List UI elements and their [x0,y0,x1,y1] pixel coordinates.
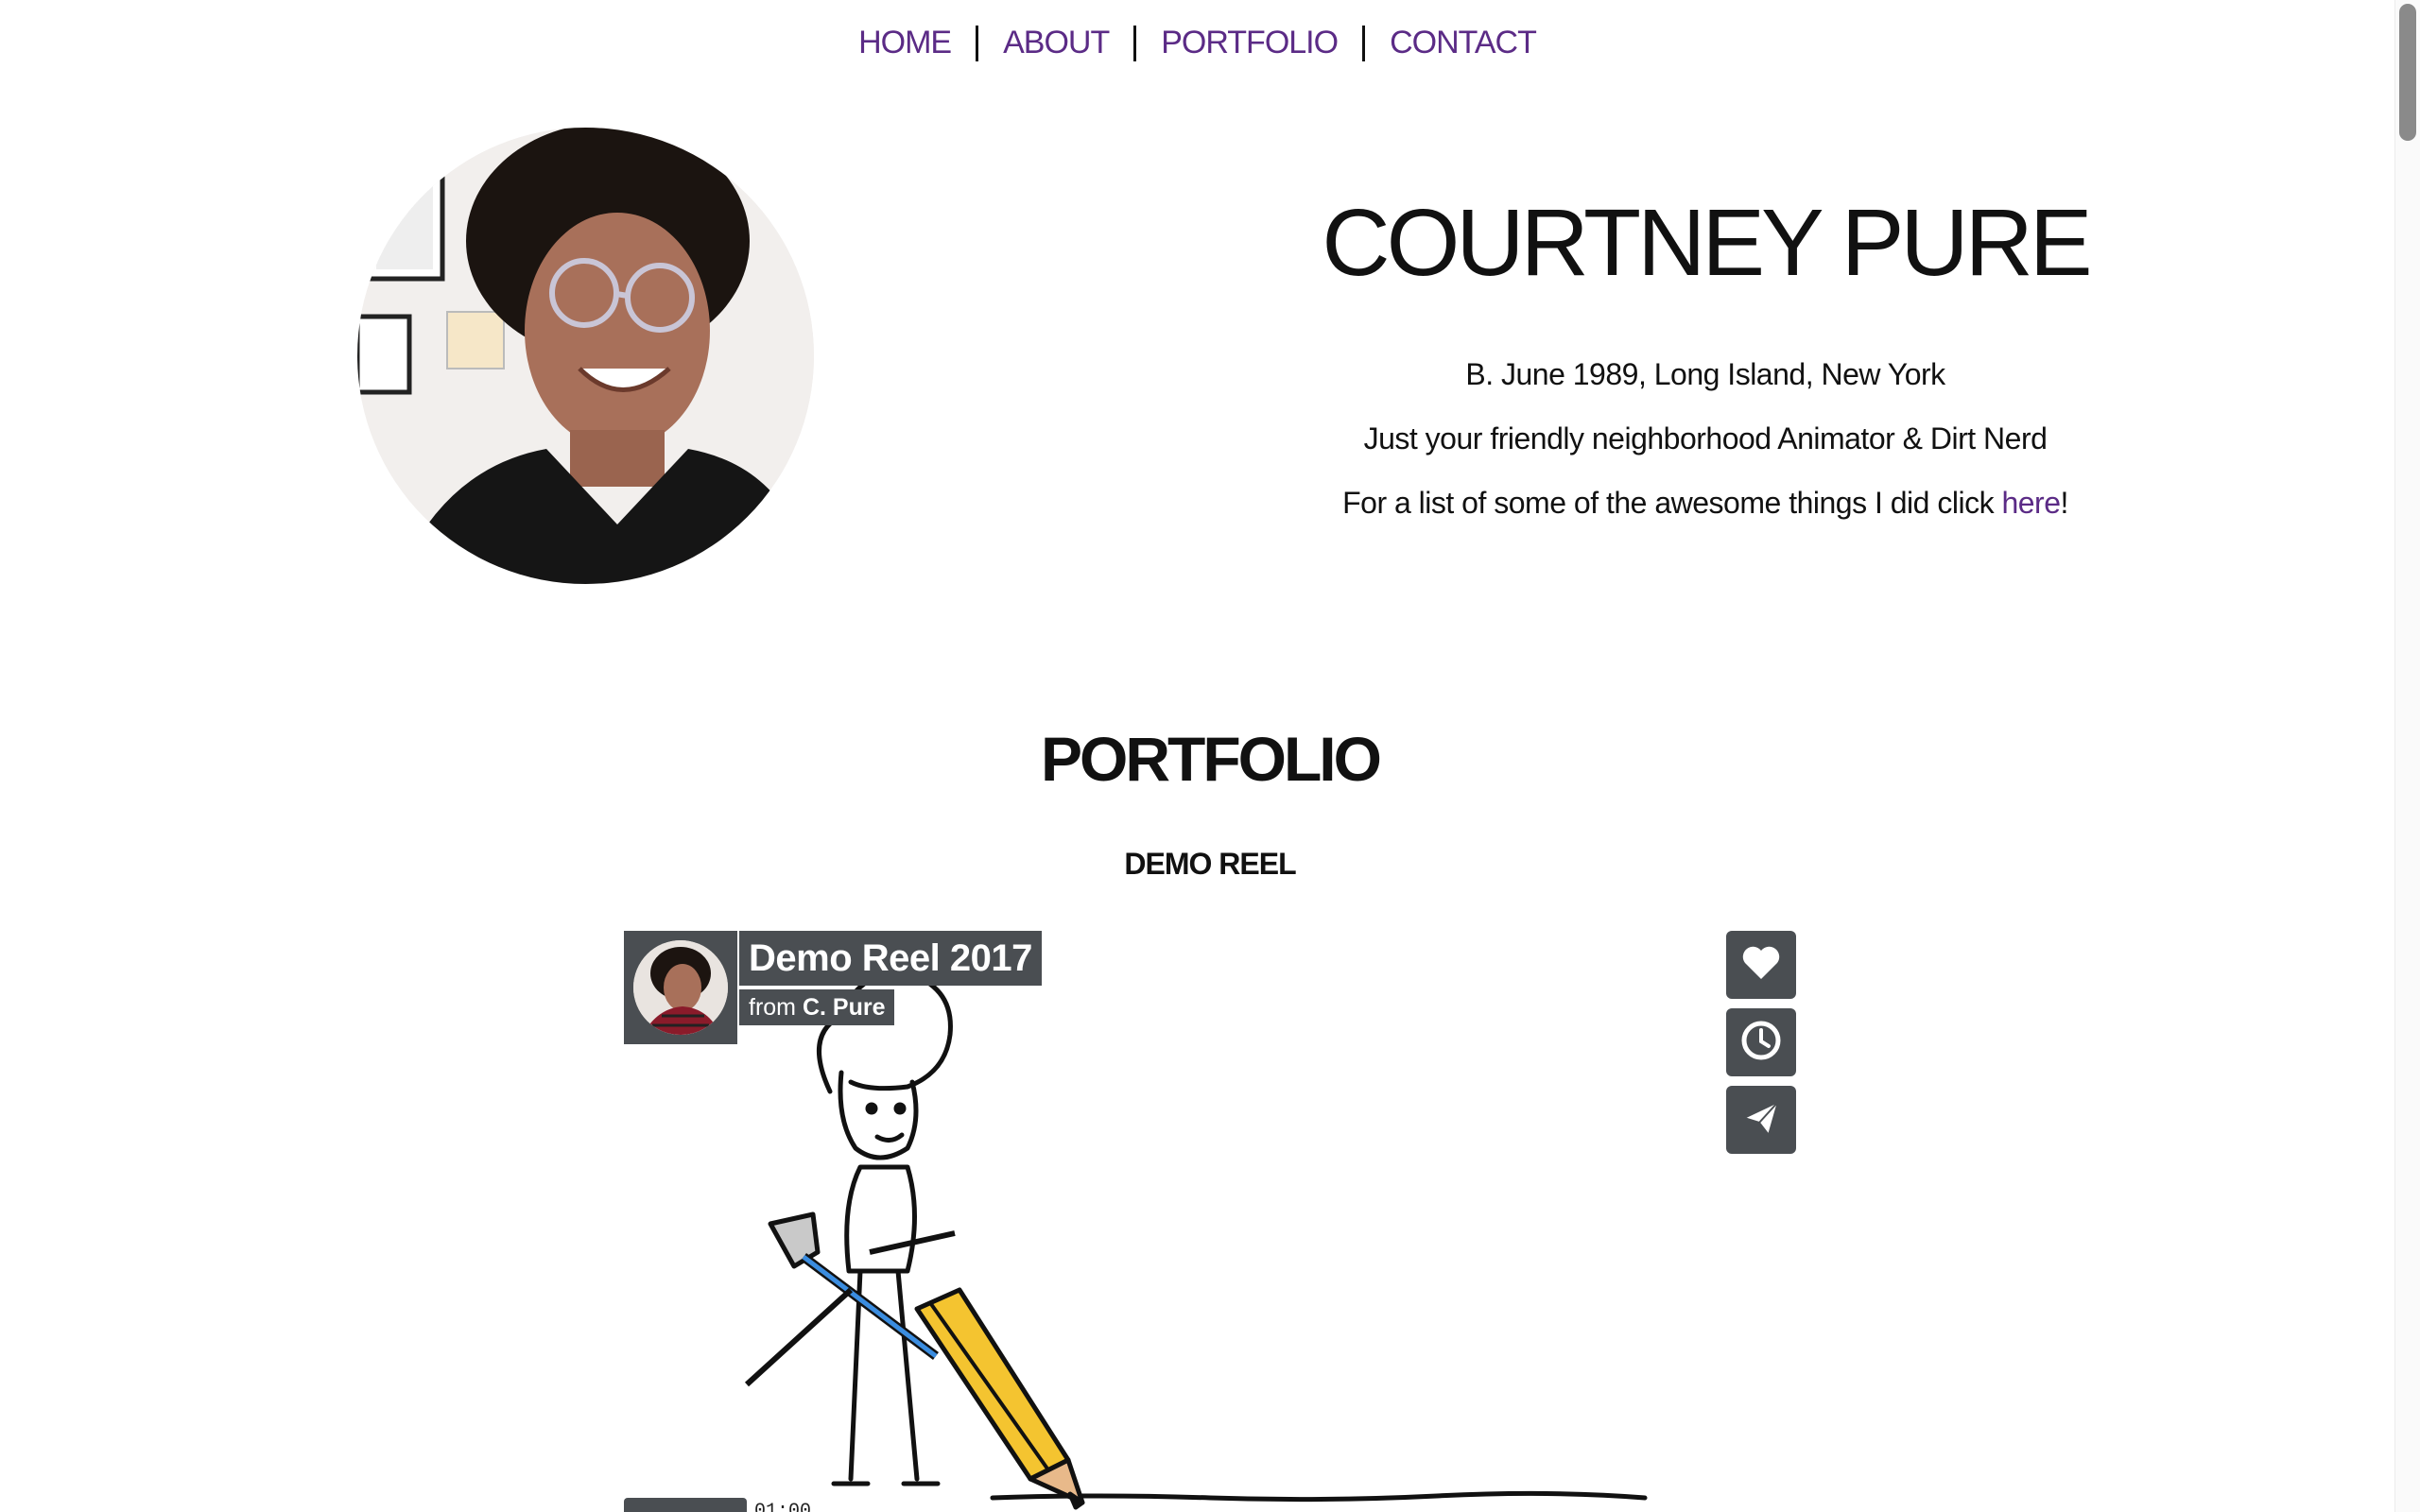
video-author-link[interactable]: C. Pure [803,994,886,1021]
video-title[interactable]: Demo Reel 2017 [739,931,1042,986]
hero-list-prefix: For a list of some of the awesome things… [1342,486,2002,520]
video-from-label: from [749,994,796,1021]
heart-icon [1741,945,1781,986]
video-byline: from C. Pure [739,989,895,1025]
portfolio-title: PORTFOLIO [1041,724,1382,794]
scrollbar-track[interactable] [2394,0,2420,1512]
watch-later-button[interactable] [1726,1008,1796,1076]
hero-list-line: For a list of some of the awesome things… [1229,486,2182,521]
hero-birth: B. June 1989, Long Island, New York [1465,357,1945,391]
page: HOME ABOUT PORTFOLIO CONTACT COURTNEY PU… [0,0,2420,1512]
demo-reel-subtitle: DEMO REEL [1124,847,1296,881]
author-photo [633,940,728,1035]
nav-about[interactable]: ABOUT [978,25,1133,61]
video-duration: 01:00 [754,1501,812,1512]
hero-tagline: Just your friendly neighborhood Animator… [1363,421,2048,455]
share-button[interactable] [1726,1086,1796,1154]
video-author-avatar[interactable] [624,931,737,1044]
profile-photo [357,128,814,584]
scrollbar-thumb[interactable] [2399,4,2416,141]
nav-home[interactable]: HOME [834,25,976,61]
hero-list-suffix: ! [2060,486,2069,520]
like-button[interactable] [1726,931,1796,999]
video-player[interactable]: Demo Reel 2017 from C. Pure 01:00 [624,931,1796,1512]
top-nav: HOME ABOUT PORTFOLIO CONTACT [0,25,2394,61]
here-link[interactable]: here [2001,486,2061,520]
hero-name: COURTNEY PURE [1322,190,2092,296]
nav-portfolio[interactable]: PORTFOLIO [1136,25,1362,61]
play-bar[interactable] [624,1498,747,1512]
clock-icon [1740,1020,1782,1066]
send-icon [1740,1097,1782,1143]
nav-contact[interactable]: CONTACT [1365,25,1561,61]
